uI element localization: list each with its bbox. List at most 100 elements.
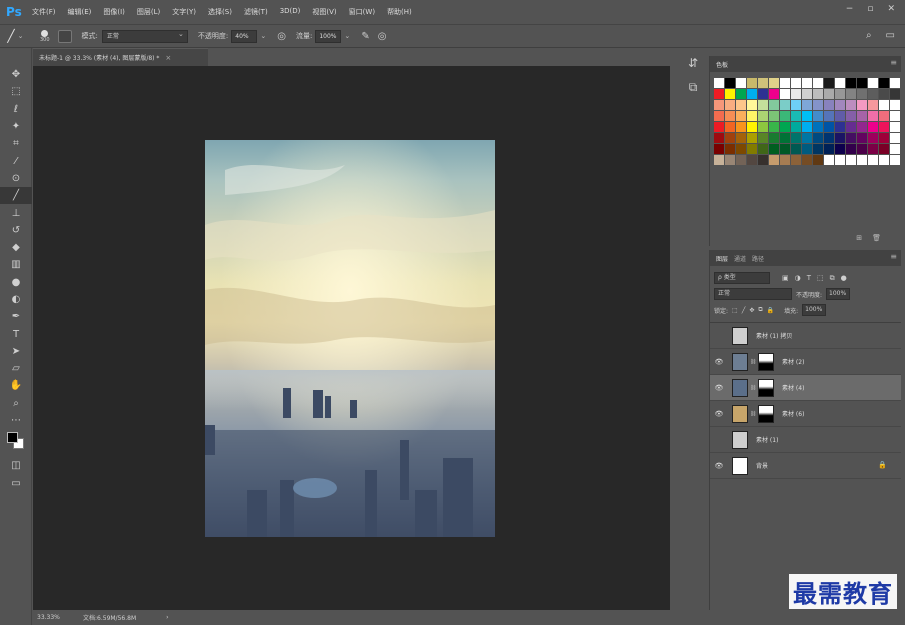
layer-thumbnail[interactable] (732, 430, 748, 449)
marquee-tool-icon[interactable]: ⬚ (0, 83, 32, 100)
color-swatch[interactable] (714, 133, 724, 143)
magic-wand-tool-icon[interactable]: ✦ (0, 118, 32, 135)
color-swatch[interactable] (835, 111, 845, 121)
blend-mode-select[interactable]: 正常 (714, 288, 792, 300)
color-swatch[interactable] (791, 144, 801, 154)
properties-panel-icon[interactable]: ⧉ (689, 80, 698, 95)
tool-preset-picker[interactable]: ╱ ⌄ (0, 29, 34, 43)
color-swatch[interactable] (769, 78, 779, 88)
color-swatch[interactable] (736, 111, 746, 121)
layer-row[interactable]: 👁 素材 (1) (710, 427, 901, 453)
menu-item[interactable]: 图像(I) (97, 7, 131, 17)
color-swatch[interactable] (758, 155, 768, 165)
mask-link-icon[interactable]: ⛓ (750, 385, 756, 391)
lock-position-icon[interactable]: ✥ (749, 307, 754, 314)
visibility-eye-icon[interactable]: 👁 (710, 384, 728, 392)
menu-item[interactable]: 3D(D) (274, 7, 307, 17)
color-swatch[interactable] (835, 133, 845, 143)
color-swatch[interactable] (780, 78, 790, 88)
search-icon[interactable]: ⌕ (866, 30, 872, 41)
foreground-color[interactable] (7, 432, 18, 444)
color-swatch[interactable] (813, 89, 823, 99)
shape-filter-icon[interactable]: ⬚ (817, 274, 824, 283)
layer-mask-thumbnail[interactable] (758, 352, 774, 371)
color-swatch[interactable] (780, 122, 790, 132)
color-swatch[interactable] (736, 100, 746, 110)
visibility-eye-icon[interactable]: 👁 (710, 332, 728, 340)
visibility-eye-icon[interactable]: 👁 (710, 462, 728, 470)
layer-row[interactable]: 👁 ⛓ 素材 (6) (710, 401, 901, 427)
color-swatch[interactable] (813, 78, 823, 88)
color-swatch[interactable] (846, 111, 856, 121)
layer-name[interactable]: 素材 (2) (782, 357, 804, 366)
color-swatch[interactable] (890, 100, 900, 110)
menu-item[interactable]: 文件(F) (26, 7, 62, 17)
visibility-eye-icon[interactable]: 👁 (710, 410, 728, 418)
color-swatch[interactable] (725, 155, 735, 165)
color-swatch[interactable] (802, 133, 812, 143)
color-swatch[interactable] (802, 144, 812, 154)
color-swatch[interactable] (769, 133, 779, 143)
lock-transparent-icon[interactable]: ⬚ (732, 307, 738, 314)
color-swatch[interactable] (802, 155, 812, 165)
color-swatch[interactable] (890, 78, 900, 88)
pressure-opacity-icon[interactable]: ◎ (277, 31, 286, 42)
dodge-tool-icon[interactable]: ◐ (0, 291, 32, 308)
color-swatch[interactable] (835, 122, 845, 132)
color-swatch[interactable] (747, 122, 757, 132)
color-swatch[interactable] (747, 78, 757, 88)
tab-layers[interactable]: 图层 (716, 254, 734, 263)
color-swatch[interactable] (769, 100, 779, 110)
brush-tool-icon[interactable]: ╱ (0, 187, 32, 205)
color-swatch[interactable] (868, 133, 878, 143)
history-brush-tool-icon[interactable]: ↺ (0, 222, 32, 239)
layer-name[interactable]: 背景 (756, 461, 768, 470)
color-swatch[interactable] (736, 133, 746, 143)
color-swatch[interactable] (813, 133, 823, 143)
color-swatch[interactable] (780, 144, 790, 154)
brush-panel-button[interactable] (57, 29, 72, 43)
color-swatch[interactable] (791, 78, 801, 88)
color-swatch[interactable] (879, 100, 889, 110)
zoom-tool-icon[interactable]: ⌕ (0, 395, 32, 412)
color-swatch[interactable] (780, 100, 790, 110)
layer-row[interactable]: 👁 ⛓ 素材 (2) (710, 349, 901, 375)
layer-name[interactable]: 素材 (1) (756, 435, 778, 444)
color-swatch[interactable] (802, 111, 812, 121)
color-swatch[interactable] (835, 89, 845, 99)
panel-menu-icon[interactable]: ≡ (890, 58, 897, 67)
mode-select[interactable]: 正常 (101, 29, 188, 43)
color-swatch[interactable] (747, 155, 757, 165)
color-swatch[interactable] (879, 122, 889, 132)
color-swatch[interactable] (868, 100, 878, 110)
menu-item[interactable]: 帮助(H) (381, 7, 418, 17)
color-swatch[interactable] (857, 144, 867, 154)
layer-thumbnail[interactable] (732, 378, 748, 397)
color-swatch[interactable] (824, 100, 834, 110)
color-swatch[interactable] (835, 144, 845, 154)
layer-thumbnail[interactable] (732, 326, 748, 345)
color-swatch[interactable] (714, 89, 724, 99)
history-panel-icon[interactable]: ⇵ (688, 56, 698, 70)
color-swatch[interactable] (802, 122, 812, 132)
color-swatch[interactable] (791, 133, 801, 143)
new-swatch-icon[interactable]: ⊞ (856, 234, 862, 242)
lock-artboard-icon[interactable]: ⧉ (758, 306, 762, 314)
color-swatch[interactable] (802, 100, 812, 110)
color-swatch[interactable] (791, 111, 801, 121)
lock-pixels-icon[interactable]: ╱ (742, 307, 746, 314)
airbrush-icon[interactable]: ✎ (361, 31, 369, 42)
pen-tool-icon[interactable]: ✒ (0, 308, 32, 325)
healing-tool-icon[interactable]: ⊙ (0, 170, 32, 187)
color-swatch[interactable] (769, 155, 779, 165)
pixel-filter-icon[interactable]: ▣ (782, 274, 789, 283)
color-swatch[interactable] (758, 100, 768, 110)
filter-toggle-icon[interactable]: ● (841, 274, 847, 283)
status-menu-arrow[interactable]: › (166, 614, 168, 621)
color-swatch[interactable] (857, 78, 867, 88)
color-swatch[interactable] (769, 122, 779, 132)
color-swatch[interactable] (868, 78, 878, 88)
color-swatch[interactable] (890, 111, 900, 121)
color-swatch[interactable] (725, 122, 735, 132)
color-swatch[interactable] (725, 111, 735, 121)
